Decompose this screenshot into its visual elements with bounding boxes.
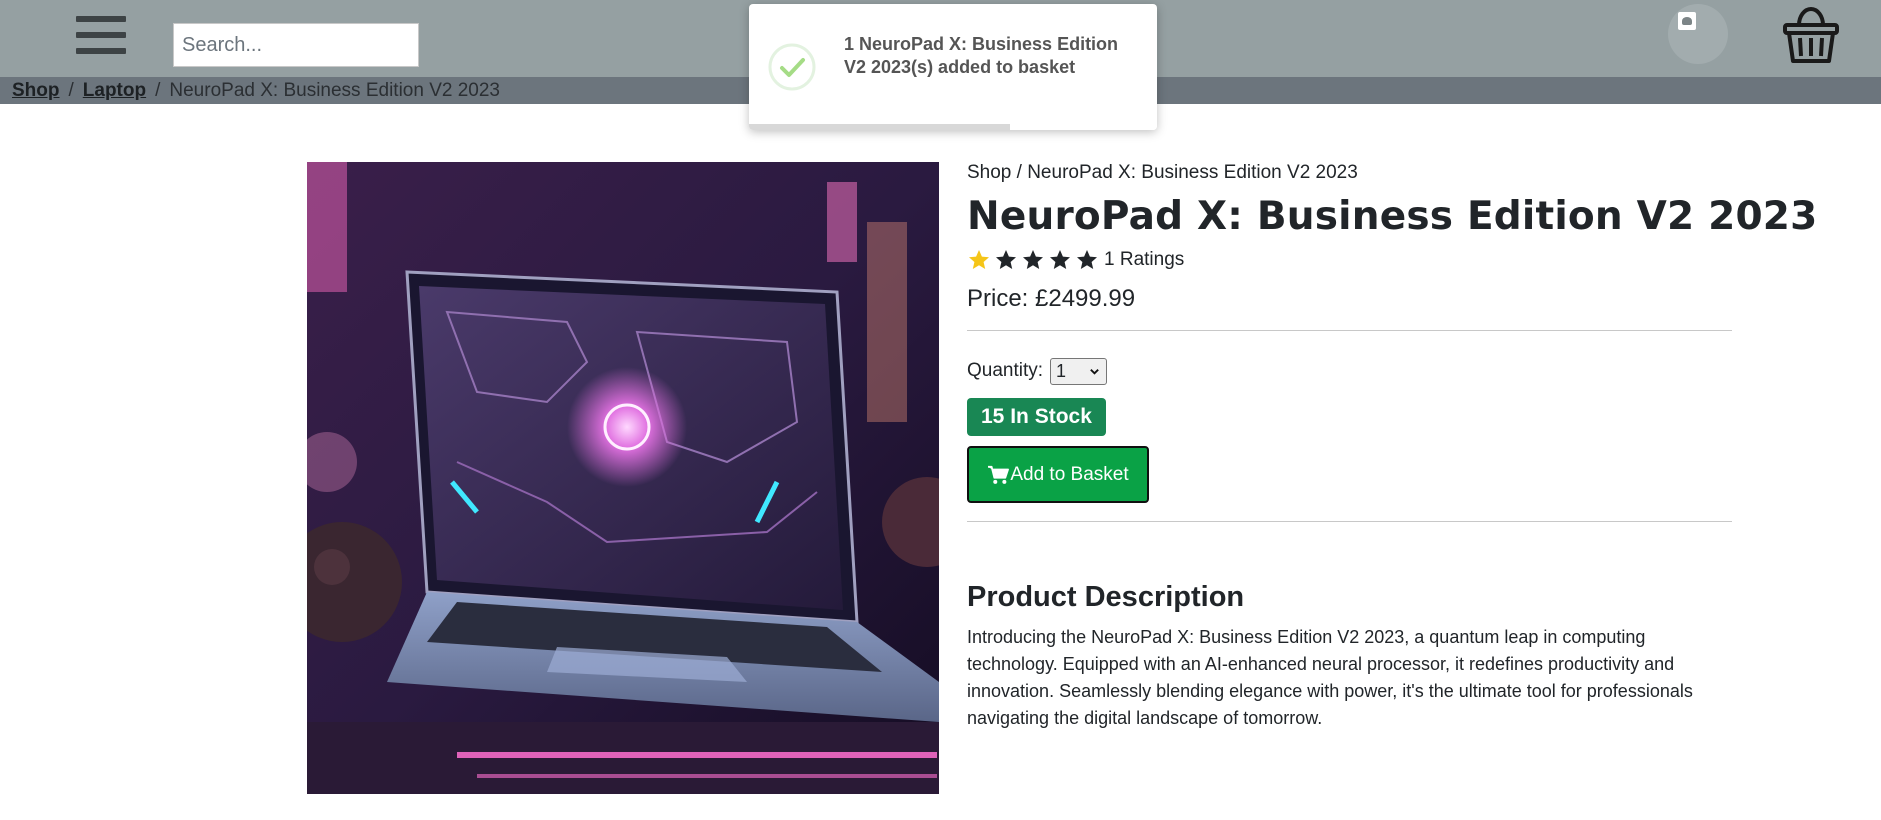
- product-price: Price: £2499.99: [967, 285, 1136, 312]
- description-heading: Product Description: [967, 581, 1245, 613]
- quantity-value: 1: [1056, 361, 1067, 381]
- add-to-basket-button[interactable]: Add to Basket: [967, 446, 1149, 503]
- star-icon: [1050, 250, 1070, 269]
- add-to-basket-label: Add to Basket: [1010, 463, 1129, 485]
- ratings-count: 1 Ratings: [1104, 249, 1185, 270]
- user-avatar[interactable]: [1668, 4, 1728, 64]
- hamburger-menu-icon[interactable]: [76, 16, 126, 56]
- toast-progress-bar: [749, 124, 1011, 130]
- divider: [967, 521, 1732, 522]
- divider: [967, 330, 1732, 331]
- check-circle-icon: [768, 43, 816, 91]
- quantity-label: Quantity:: [967, 360, 1044, 381]
- basket-icon[interactable]: [1782, 3, 1840, 65]
- star-icon: [1077, 250, 1097, 269]
- star-icon: [996, 250, 1016, 269]
- breadcrumb-current: NeuroPad X: Business Edition V2 2023: [169, 80, 500, 101]
- toast-message: 1 NeuroPad X: Business Edition V2 2023(s…: [844, 34, 1119, 77]
- breadcrumb-laptop-link[interactable]: Laptop: [83, 80, 146, 101]
- product-breadcrumb: Shop / NeuroPad X: Business Edition V2 2…: [967, 162, 1358, 183]
- star-icon-filled: [969, 250, 989, 269]
- breadcrumb: Shop / Laptop / NeuroPad X: Business Edition…: [12, 80, 500, 102]
- breadcrumb-shop-link[interactable]: Shop: [12, 80, 60, 101]
- quantity-select[interactable]: 1: [1050, 358, 1107, 385]
- stock-badge: 15 In Stock: [967, 398, 1106, 436]
- laptop-illustration: [307, 162, 939, 794]
- product-title: NeuroPad X: Business Edition V2 2023: [967, 194, 1818, 239]
- search-input[interactable]: [173, 23, 419, 67]
- cart-icon: [988, 465, 1010, 484]
- chevron-down-icon: [1090, 369, 1099, 375]
- product-image: [307, 162, 939, 794]
- star-rating: 1 Ratings: [967, 246, 1184, 274]
- star-icon: [1023, 250, 1043, 269]
- breadcrumb-separator: /: [68, 80, 74, 101]
- breadcrumb-separator: /: [155, 80, 161, 101]
- toast-progress-track: [749, 124, 1157, 130]
- added-to-basket-toast[interactable]: 1 NeuroPad X: Business Edition V2 2023(s…: [749, 4, 1157, 130]
- product-description: Introducing the NeuroPad X: Business Edi…: [967, 627, 1693, 728]
